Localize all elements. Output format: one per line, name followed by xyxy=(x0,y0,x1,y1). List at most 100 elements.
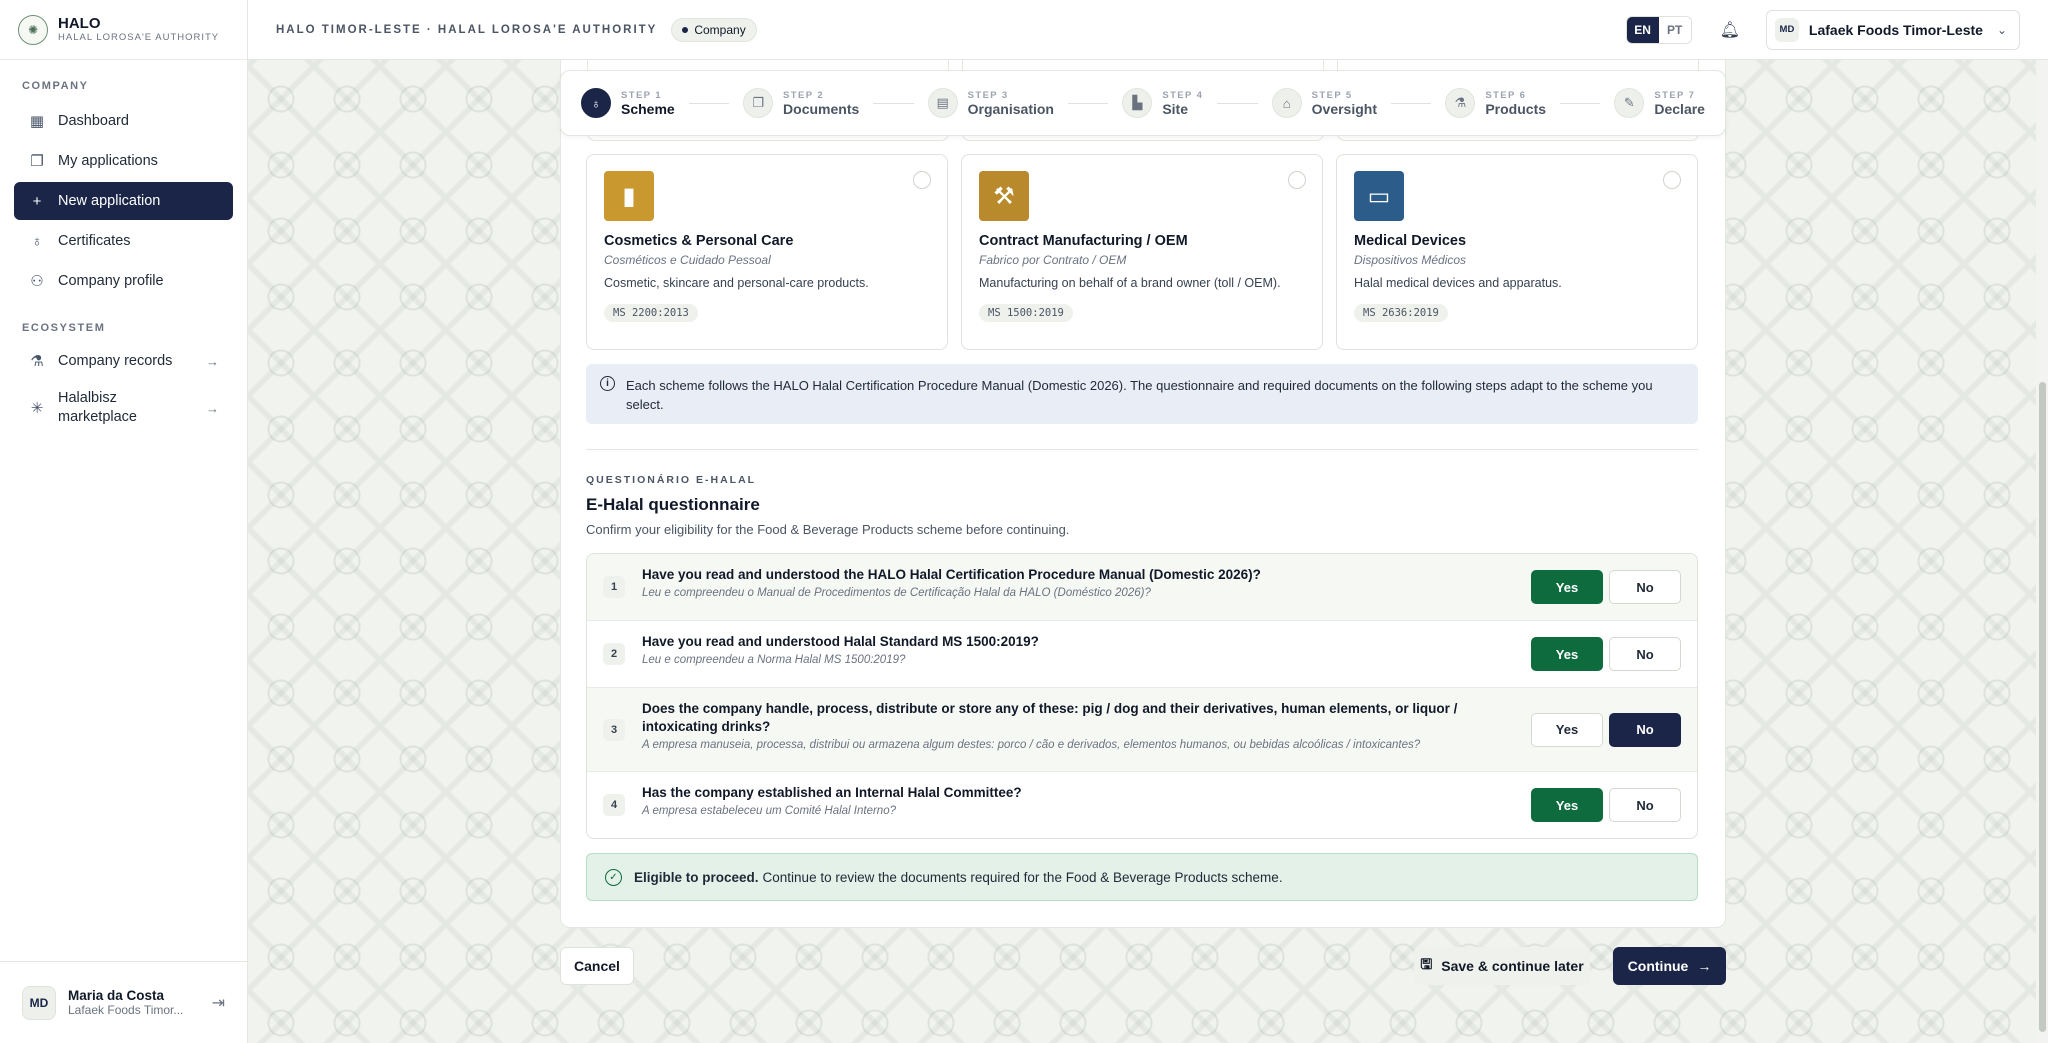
scheme-name-pt: Fabrico por Contrato / OEM xyxy=(979,253,1127,267)
user-name: Maria da Costa xyxy=(68,988,165,1003)
step-connector xyxy=(873,102,914,104)
company-selector[interactable]: MD Lafaek Foods Timor-Leste ⌄ xyxy=(1765,9,2020,50)
lang-en-button[interactable]: EN xyxy=(1626,16,1659,43)
step-connector xyxy=(1217,102,1258,104)
sidebar-item-label: New application xyxy=(58,193,161,209)
question-number: 4 xyxy=(603,794,625,816)
lang-pt-button[interactable]: PT xyxy=(1659,17,1691,43)
yes-button[interactable]: Yes xyxy=(1531,788,1603,822)
company-name: Lafaek Foods Timor-Leste xyxy=(1808,21,1983,38)
step-connector xyxy=(688,102,730,104)
sidebar: ✺ HALO HALAL LOROSA'E AUTHORITY COMPANY … xyxy=(0,0,248,1043)
scheme-name-pt: Dispositivos Médicos xyxy=(1354,253,1467,267)
scrollbar-thumb[interactable] xyxy=(2039,382,2046,1032)
sidebar-item-label: Dashboard xyxy=(58,113,129,129)
step-number: STEP 2 xyxy=(783,89,825,101)
stepper: ♁ STEP 1 Scheme ❐ STEP 2 Documents ▤ STEP … xyxy=(560,70,1726,136)
check-circle-icon: ✓ xyxy=(605,868,622,886)
scheme-standard-badge: MS 2200:2013 xyxy=(604,304,698,322)
top-bar: HALO TIMOR-LESTE · HALAL LOROSA'E AUTHOR… xyxy=(248,0,2048,60)
eligibility-banner: ✓ Eligible to proceed. Continue to revie… xyxy=(586,853,1698,901)
sidebar-item-my-applications[interactable]: ❐ My applications xyxy=(14,142,233,180)
step-products[interactable]: ⚗ STEP 6 Products xyxy=(1445,88,1546,118)
question-text-pt: A empresa manuseia, processa, distribui … xyxy=(642,739,1421,751)
sidebar-item-halalbisz-marketplace[interactable]: ✳ Halalbisz marketplace → xyxy=(14,382,233,434)
no-button[interactable]: No xyxy=(1609,637,1681,671)
scheme-card-contract-manufacturing[interactable]: ⚒ Contract Manufacturing / OEM Fabrico p… xyxy=(961,154,1323,350)
bell-icon[interactable]: 🔔︎ xyxy=(1720,20,1740,40)
yes-button[interactable]: Yes xyxy=(1531,570,1603,604)
sidebar-item-label: Company profile xyxy=(58,273,164,289)
step-documents[interactable]: ❐ STEP 2 Documents xyxy=(743,88,859,118)
step-number: STEP 3 xyxy=(967,89,1009,101)
question-text: Does the company handle, process, distri… xyxy=(642,701,1458,734)
questionnaire-eyebrow: QUESTIONÁRIO E-HALAL xyxy=(586,474,757,486)
yes-button[interactable]: Yes xyxy=(1531,712,1603,747)
arrow-right-icon: → xyxy=(206,400,219,416)
logout-icon[interactable]: ⇥ xyxy=(212,993,225,1013)
scheme-radio[interactable] xyxy=(1663,171,1681,189)
questionnaire-list: 1 Have you read and understood the HALO … xyxy=(586,553,1698,839)
halo-logo-icon: ✺ xyxy=(18,14,48,45)
question-text-pt: Leu e compreendeu o Manual de Procedimen… xyxy=(642,587,1151,599)
question-number: 2 xyxy=(603,643,625,665)
no-button[interactable]: No xyxy=(1609,712,1681,747)
scheme-card-cosmetics[interactable]: ▮ Cosmetics & Personal Care Cosméticos e… xyxy=(586,154,948,350)
step-number: STEP 5 xyxy=(1311,89,1353,101)
sidebar-item-company-profile[interactable]: ⚇ Company profile xyxy=(14,262,233,300)
scrollbar[interactable] xyxy=(2036,60,2048,1043)
sidebar-item-certificates[interactable]: ♁ Certificates xyxy=(14,222,233,260)
step-number: STEP 1 xyxy=(621,89,662,101)
sidebar-item-new-application[interactable]: + New application xyxy=(14,182,233,220)
step-connector xyxy=(1391,102,1432,104)
step-number: STEP 7 xyxy=(1654,89,1696,101)
question-text: Have you read and understood the HALO Ha… xyxy=(642,567,1261,582)
yes-no-toggle: Yes No xyxy=(1531,788,1681,822)
sidebar-item-label: Company records xyxy=(58,353,173,369)
question-number: 1 xyxy=(603,576,625,598)
plus-icon: + xyxy=(32,192,42,210)
step-name: Organisation xyxy=(967,100,1054,117)
mosque-icon: ⌂ xyxy=(1271,88,1302,118)
question-row: 4 Has the company established an Interna… xyxy=(587,772,1697,838)
sidebar-item-label: Halalbisz marketplace xyxy=(58,390,137,425)
step-organisation[interactable]: ▤ STEP 3 Organisation xyxy=(927,88,1054,118)
question-row: 2 Have you read and understood Halal Sta… xyxy=(587,621,1697,688)
user-org: Lafaek Foods Timor... xyxy=(68,1003,184,1017)
copy-icon: ❐ xyxy=(30,153,44,170)
step-name: Site xyxy=(1162,100,1189,117)
continue-button[interactable]: Continue → xyxy=(1613,947,1726,985)
header-title: HALO TIMOR-LESTE · HALAL LOROSA'E AUTHOR… xyxy=(276,23,658,36)
flask-icon: ⚗ xyxy=(1445,88,1476,118)
eligibility-text: Continue to review the documents require… xyxy=(762,869,1283,885)
no-button[interactable]: No xyxy=(1609,788,1681,822)
copy-icon: ❐ xyxy=(743,88,774,118)
step-name: Documents xyxy=(783,100,860,117)
scheme-description: Manufacturing on behalf of a brand owner… xyxy=(979,276,1281,290)
yes-button[interactable]: Yes xyxy=(1531,637,1603,671)
question-text-pt: A empresa estabeleceu um Comité Halal In… xyxy=(642,805,896,817)
dot-icon xyxy=(682,26,689,33)
scheme-radio[interactable] xyxy=(1288,171,1306,189)
chevron-down-icon: ⌄ xyxy=(1996,22,2007,37)
no-button[interactable]: No xyxy=(1609,570,1681,604)
scheme-description: Halal medical devices and apparatus. xyxy=(1354,276,1562,290)
cancel-button[interactable]: Cancel xyxy=(560,947,634,985)
scheme-name: Cosmetics & Personal Care xyxy=(604,233,794,249)
info-icon: i xyxy=(600,376,615,391)
step-declare[interactable]: ✎ STEP 7 Declare xyxy=(1614,88,1705,118)
sparkle-icon: ✳ xyxy=(30,400,44,417)
step-oversight[interactable]: ⌂ STEP 5 Oversight xyxy=(1271,88,1377,118)
sidebar-item-company-records[interactable]: ⚗ Company records → xyxy=(14,342,233,380)
monitor-icon: ▭ xyxy=(1354,171,1404,221)
step-connector xyxy=(1067,102,1109,104)
scheme-card-medical-devices[interactable]: ▭ Medical Devices Dispositivos Médicos H… xyxy=(1336,154,1698,350)
step-scheme[interactable]: ♁ STEP 1 Scheme xyxy=(581,88,675,118)
sidebar-item-dashboard[interactable]: ▦ Dashboard xyxy=(14,102,233,140)
save-continue-later-button[interactable]: 🖫 Save & continue later xyxy=(1414,947,1590,985)
grid-icon: ▦ xyxy=(29,113,45,130)
scheme-radio[interactable] xyxy=(913,171,931,189)
brand: ✺ HALO HALAL LOROSA'E AUTHORITY xyxy=(0,0,247,60)
question-number: 3 xyxy=(603,718,625,741)
step-site[interactable]: ▙ STEP 4 Site xyxy=(1122,88,1203,118)
